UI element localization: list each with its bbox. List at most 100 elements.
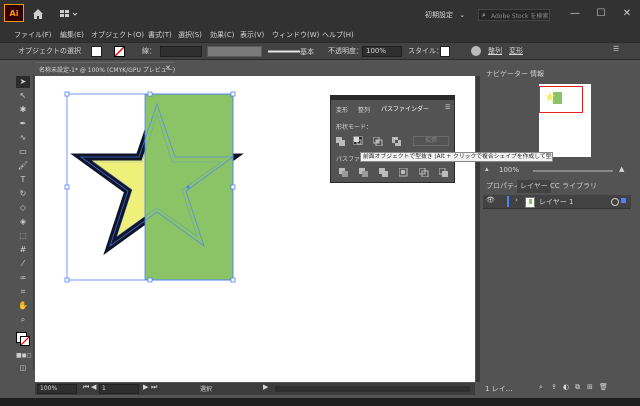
menu-select[interactable]: 選択(S) — [178, 28, 202, 42]
free-transform-tool-icon[interactable]: ⬚ — [16, 230, 30, 242]
panel-header-bar[interactable] — [331, 96, 454, 100]
first-artboard-icon[interactable]: ⏮ — [83, 383, 89, 392]
menu-view[interactable]: 表示(V) — [240, 28, 264, 42]
clipping-mask-icon[interactable]: ◐ — [563, 383, 569, 391]
stock-search-input[interactable]: ⌕ Adobe Stock を検索 — [478, 9, 550, 21]
exclude-button[interactable] — [392, 137, 402, 146]
brush-definition[interactable]: 基本 — [266, 46, 322, 57]
zoom-tool-icon[interactable]: ⌕ — [16, 314, 30, 326]
zoom-value: 100% — [40, 385, 58, 392]
stroke-none-swatch[interactable] — [114, 46, 125, 57]
arrange-documents-icon[interactable] — [60, 9, 80, 19]
graphic-style-swatch[interactable] — [440, 46, 450, 57]
zoom-out-icon[interactable]: ▴ — [485, 165, 489, 173]
direct-selection-tool-icon[interactable]: ↖ — [16, 90, 30, 102]
minus-front-button[interactable] — [353, 136, 363, 145]
panel-menu-icon[interactable]: ☰ — [613, 45, 623, 55]
tab-info[interactable]: 情報 — [527, 68, 547, 81]
panel-menu-icon[interactable]: ☰ — [445, 104, 450, 111]
fill-swatch[interactable] — [91, 46, 102, 57]
merge-button[interactable] — [379, 168, 389, 177]
minimize-button[interactable]: — — [562, 0, 588, 28]
tab-cc-libraries[interactable]: CC ライブラリ — [547, 180, 600, 193]
menu-object[interactable]: オブジェクト(O) — [91, 28, 144, 42]
zoom-in-icon[interactable]: ▲ — [619, 165, 624, 173]
align-link[interactable]: 整列 — [488, 43, 502, 59]
layer-row[interactable]: 👁 › レイヤー 1 — [483, 195, 631, 209]
color-mode-icon[interactable]: ■◼◻ — [16, 350, 32, 362]
new-sublayer-icon[interactable]: ⧉ — [575, 383, 580, 392]
workspace-switcher[interactable]: 初期設定 ⌄ — [425, 9, 475, 21]
navigator-view-box[interactable] — [539, 86, 583, 113]
chevron-down-icon: ⌄ — [459, 11, 466, 19]
expand-button[interactable]: 拡張 — [413, 136, 449, 146]
locate-object-icon[interactable]: ⌕ — [539, 383, 543, 392]
layer-name[interactable]: レイヤー 1 — [539, 197, 573, 207]
artboard-number-field[interactable]: 1 — [99, 384, 139, 394]
horizontal-scrollbar[interactable] — [275, 386, 470, 392]
vertical-scrollbar[interactable] — [476, 76, 480, 382]
pen-tool-icon[interactable]: ✒ — [16, 118, 30, 130]
menu-type[interactable]: 書式(T) — [148, 28, 172, 42]
menu-edit[interactable]: 編集(E) — [60, 28, 84, 42]
crop-button[interactable] — [398, 167, 409, 177]
recolor-icon[interactable] — [471, 46, 481, 56]
close-button[interactable]: ✕ — [614, 0, 640, 28]
eyedropper-tool-icon[interactable]: ⁄ — [16, 258, 30, 270]
stroke-weight-field[interactable] — [160, 46, 202, 57]
new-layer-icon[interactable]: ⊞ — [587, 383, 593, 391]
blend-tool-icon[interactable]: ∞ — [16, 272, 30, 284]
navigator-zoom-value[interactable]: 100% — [499, 166, 519, 174]
menu-help[interactable]: ヘルプ(H) — [322, 28, 354, 42]
menu-file[interactable]: ファイル(F) — [14, 28, 52, 42]
outline-button[interactable] — [418, 167, 429, 178]
tab-align[interactable]: 整列 — [358, 105, 370, 114]
layer-color-bar — [507, 196, 509, 207]
document-tab[interactable]: 名称未設定-1* @ 100% (CMYK/GPU プレビュー) ✕ — [35, 62, 175, 77]
menu-effect[interactable]: 効果(C) — [210, 28, 234, 42]
minus-back-button[interactable] — [438, 167, 449, 177]
divide-button[interactable] — [339, 168, 349, 177]
tab-layers[interactable]: レイヤー — [517, 180, 551, 193]
type-tool-icon[interactable]: T — [16, 174, 30, 186]
trim-button[interactable] — [359, 168, 369, 177]
hand-tool-icon[interactable]: ✋ — [16, 300, 30, 312]
next-artboard-icon[interactable]: ▶ — [143, 383, 148, 391]
last-artboard-icon[interactable]: ⏭ — [151, 383, 157, 392]
opacity-field[interactable]: 100% — [362, 46, 402, 57]
shape-builder-tool-icon[interactable]: ◈ — [16, 216, 30, 228]
draw-mode-icon[interactable]: ◫ — [16, 362, 30, 374]
target-icon[interactable] — [611, 198, 619, 206]
export-icon[interactable]: ⇪ — [551, 383, 557, 391]
rectangle-tool-icon[interactable]: ▭ — [16, 146, 30, 158]
close-tab-icon[interactable]: ✕ — [165, 64, 171, 72]
transform-link[interactable]: 変形 — [509, 43, 523, 59]
maximize-button[interactable]: ☐ — [588, 0, 614, 28]
previous-artboard-icon[interactable]: ◀ — [91, 383, 96, 391]
navigator-thumbnail — [539, 84, 591, 157]
magic-wand-tool-icon[interactable]: ✱ — [16, 104, 30, 116]
eraser-tool-icon[interactable]: ◇ — [16, 202, 30, 214]
intersect-button[interactable] — [372, 136, 383, 147]
paintbrush-tool-icon[interactable]: 🖌 — [16, 160, 30, 172]
tab-navigator[interactable]: ナビゲーター — [483, 68, 531, 81]
home-icon[interactable] — [32, 8, 44, 20]
rotate-tool-icon[interactable]: ↻ — [16, 188, 30, 200]
mesh-tool-icon[interactable]: # — [16, 244, 30, 256]
fill-stroke-swatches[interactable] — [16, 332, 30, 346]
expand-layer-icon[interactable]: › — [515, 196, 518, 204]
artboard-tool-icon[interactable]: ⌗ — [16, 286, 30, 298]
unite-button[interactable] — [336, 137, 346, 146]
curvature-tool-icon[interactable]: ∿ — [16, 132, 30, 144]
variable-width-field[interactable] — [207, 46, 262, 57]
menu-window[interactable]: ウィンドウ(W) — [272, 28, 319, 42]
selected-art-indicator[interactable] — [621, 198, 626, 203]
delete-layer-icon[interactable]: 🗑 — [599, 383, 608, 391]
navigator-zoom-slider[interactable] — [533, 170, 613, 172]
tab-pathfinder[interactable]: パスファインダー — [381, 104, 429, 113]
visibility-eye-icon[interactable]: 👁 — [486, 196, 495, 204]
tab-transform[interactable]: 変形 — [336, 105, 348, 114]
zoom-field[interactable]: 100% — [37, 384, 77, 394]
selection-tool-icon[interactable]: ➤ — [16, 76, 30, 88]
status-menu-arrow-icon[interactable]: ▶ — [263, 383, 268, 391]
